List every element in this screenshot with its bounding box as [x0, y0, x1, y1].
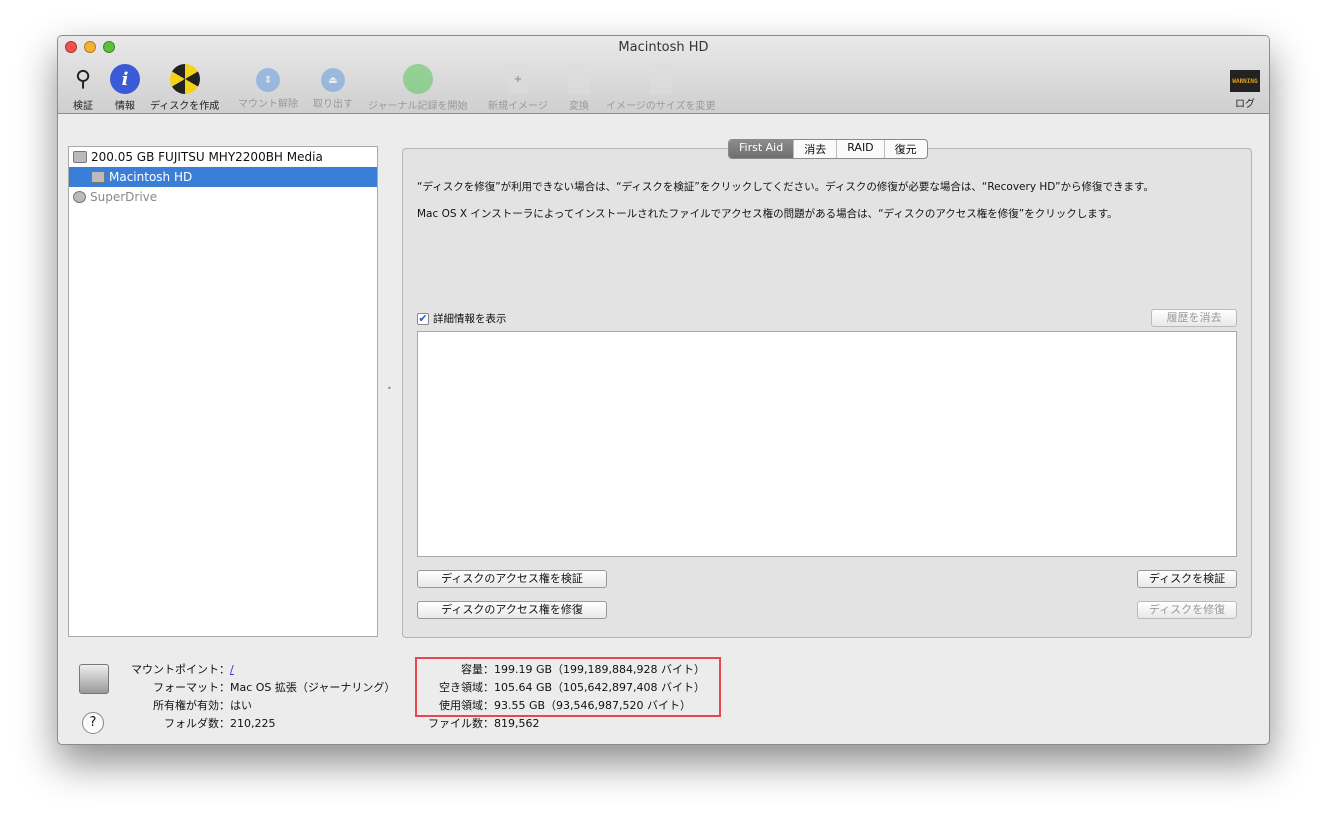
volume-icon — [91, 171, 105, 183]
unmount-icon: ⇕ — [256, 68, 280, 92]
disk-utility-window: Macintosh HD ⚲ 検証 i 情報 ディスクを作成 ⇕ マウント解除 ⏏ 取り… — [57, 35, 1270, 745]
volume-icon — [79, 664, 109, 694]
repair-disk-button[interactable]: ディスクを修復 — [1137, 601, 1237, 619]
first-aid-instructions-1: “ディスクを修復”が利用できない場合は、“ディスクを検証”をクリックしてください… — [417, 181, 1154, 193]
superdrive-item[interactable]: SuperDrive — [69, 187, 377, 207]
burn-icon — [169, 64, 200, 94]
info-toolbar-button[interactable]: i 情報 — [110, 64, 140, 112]
details-log[interactable] — [417, 331, 1237, 557]
burn-toolbar-button[interactable]: ディスクを作成 — [150, 64, 219, 112]
repair-permissions-button[interactable]: ディスクのアクセス権を修復 — [417, 601, 607, 619]
first-aid-instructions-2: Mac OS X インストーラによってインストールされたファイルでアクセス権の問… — [417, 208, 1118, 220]
info-icon: i — [110, 64, 140, 94]
verify-toolbar-button[interactable]: ⚲ 検証 — [68, 64, 98, 113]
journal-toolbar-button[interactable]: ジャーナル記録を開始 — [368, 64, 468, 112]
disk-list[interactable]: 200.05 GB FUJITSU MHY2200BH Media Macint… — [68, 146, 378, 637]
tab-raid[interactable]: RAID — [836, 140, 883, 158]
volume-item-macintosh-hd[interactable]: Macintosh HD — [69, 167, 377, 187]
verify-disk-button[interactable]: ディスクを検証 — [1137, 570, 1237, 588]
log-icon: WARNING — [1230, 70, 1260, 92]
hard-disk-icon — [73, 151, 87, 163]
window-title: Macintosh HD — [618, 40, 709, 55]
new-image-toolbar-button[interactable]: + 新規イメージ — [488, 64, 548, 112]
convert-icon — [568, 64, 590, 94]
optical-disc-icon — [73, 191, 86, 203]
log-toolbar-button[interactable]: WARNING ログ — [1230, 64, 1260, 110]
mount-point-link[interactable]: / — [230, 663, 234, 676]
new-image-icon: + — [506, 64, 529, 94]
show-details-checkbox[interactable]: ✔ 詳細情報を表示 — [417, 311, 507, 326]
unmount-toolbar-button[interactable]: ⇕ マウント解除 — [238, 64, 298, 110]
resize-image-toolbar-button[interactable]: イメージのサイズを変更 — [606, 64, 716, 112]
highlight-box — [415, 657, 721, 717]
verify-permissions-button[interactable]: ディスクのアクセス権を検証 — [417, 570, 607, 588]
tab-restore[interactable]: 復元 — [883, 140, 927, 158]
help-button[interactable]: ? — [82, 712, 104, 734]
disk-item[interactable]: 200.05 GB FUJITSU MHY2200BH Media — [69, 147, 377, 167]
split-view-handle[interactable]: • — [387, 384, 392, 393]
convert-toolbar-button[interactable]: 変換 — [568, 64, 590, 112]
clear-history-button[interactable]: 履歴を消去 — [1151, 309, 1237, 327]
journal-icon — [402, 64, 433, 94]
checkmark-icon: ✔ — [417, 311, 429, 325]
first-aid-panel: “ディスクを修復”が利用できない場合は、“ディスクを検証”をクリックしてください… — [402, 148, 1252, 638]
microscope-icon: ⚲ — [74, 66, 92, 92]
eject-icon: ⏏ — [321, 68, 345, 92]
eject-toolbar-button[interactable]: ⏏ 取り出す — [313, 64, 353, 110]
resize-image-icon — [649, 64, 672, 94]
toolbar: Macintosh HD ⚲ 検証 i 情報 ディスクを作成 ⇕ マウント解除 ⏏ 取り… — [58, 36, 1269, 114]
volume-info-left: マウントポイント：/ フォーマット：Mac OS 拡張（ジャーナリング） 所有権… — [131, 663, 396, 730]
tab-first-aid[interactable]: First Aid — [729, 140, 794, 158]
tab-erase[interactable]: 消去 — [793, 140, 836, 158]
tab-bar: First Aid 消去 RAID 復元 — [728, 139, 928, 159]
